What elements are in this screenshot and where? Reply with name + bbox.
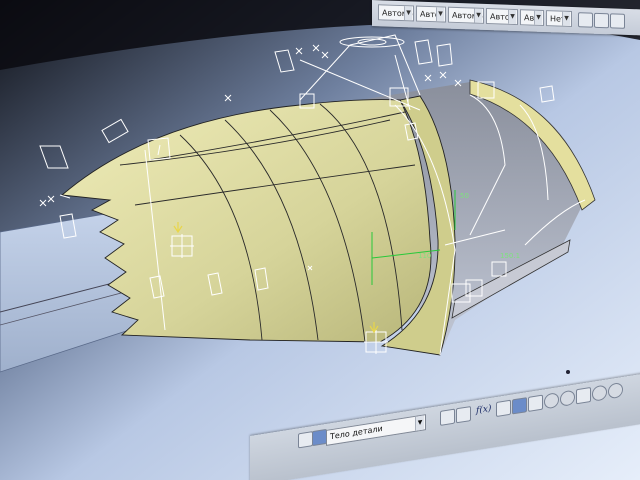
toolbar-button[interactable]: [544, 392, 559, 410]
toolbar-button[interactable]: [496, 399, 511, 418]
dropdown-arrow-icon[interactable]: ▼: [562, 11, 570, 26]
dim-label: 50: [460, 192, 469, 200]
toolbar-button[interactable]: [594, 12, 609, 29]
toolbar-button[interactable]: [528, 394, 543, 412]
toolbar-button[interactable]: [608, 381, 623, 400]
toolbar-select[interactable]: Автом ▼: [486, 7, 518, 26]
formula-icon[interactable]: f(x): [476, 404, 491, 416]
dropdown-arrow-icon[interactable]: ▼: [404, 6, 412, 21]
toolbar-select[interactable]: Нет ▼: [546, 10, 572, 27]
dropdown-arrow-icon[interactable]: ▼: [436, 7, 444, 22]
toolbar-button[interactable]: [610, 13, 625, 29]
dim-label: 150.1: [500, 252, 520, 260]
toolbar-button[interactable]: [456, 405, 471, 424]
toolbar-select[interactable]: Ав ▼: [520, 9, 544, 27]
dropdown-arrow-icon[interactable]: ▼: [474, 8, 482, 23]
toolbar-button[interactable]: [440, 408, 455, 426]
toolbar-button[interactable]: [592, 384, 607, 402]
dropdown-arrow-icon[interactable]: ▼: [508, 9, 516, 25]
dropdown-arrow-icon[interactable]: ▼: [415, 415, 424, 431]
cursor: [566, 370, 570, 374]
toolbar-select-label: Ав: [524, 13, 535, 23]
toolbar-button[interactable]: [560, 389, 575, 407]
toolbar-select[interactable]: Авто ▼: [416, 5, 446, 23]
part-body-icon[interactable]: [312, 428, 327, 447]
dropdown-arrow-icon[interactable]: ▼: [534, 10, 542, 25]
toolbar-select[interactable]: Автомо ▼: [448, 6, 484, 24]
toolbar-button[interactable]: [578, 12, 593, 28]
dim-label: 110: [418, 252, 431, 260]
toolbar-select[interactable]: Автомо ▼: [378, 4, 414, 22]
part-body-select-label: Тело детали: [330, 423, 383, 442]
cube-icon[interactable]: [512, 397, 527, 415]
toolbar-button[interactable]: [576, 386, 591, 405]
update-icon[interactable]: [298, 431, 313, 449]
catia-window: 50 110 150.1 Автомо ▼ Авто ▼ Автомо ▼ Ав…: [0, 0, 640, 480]
